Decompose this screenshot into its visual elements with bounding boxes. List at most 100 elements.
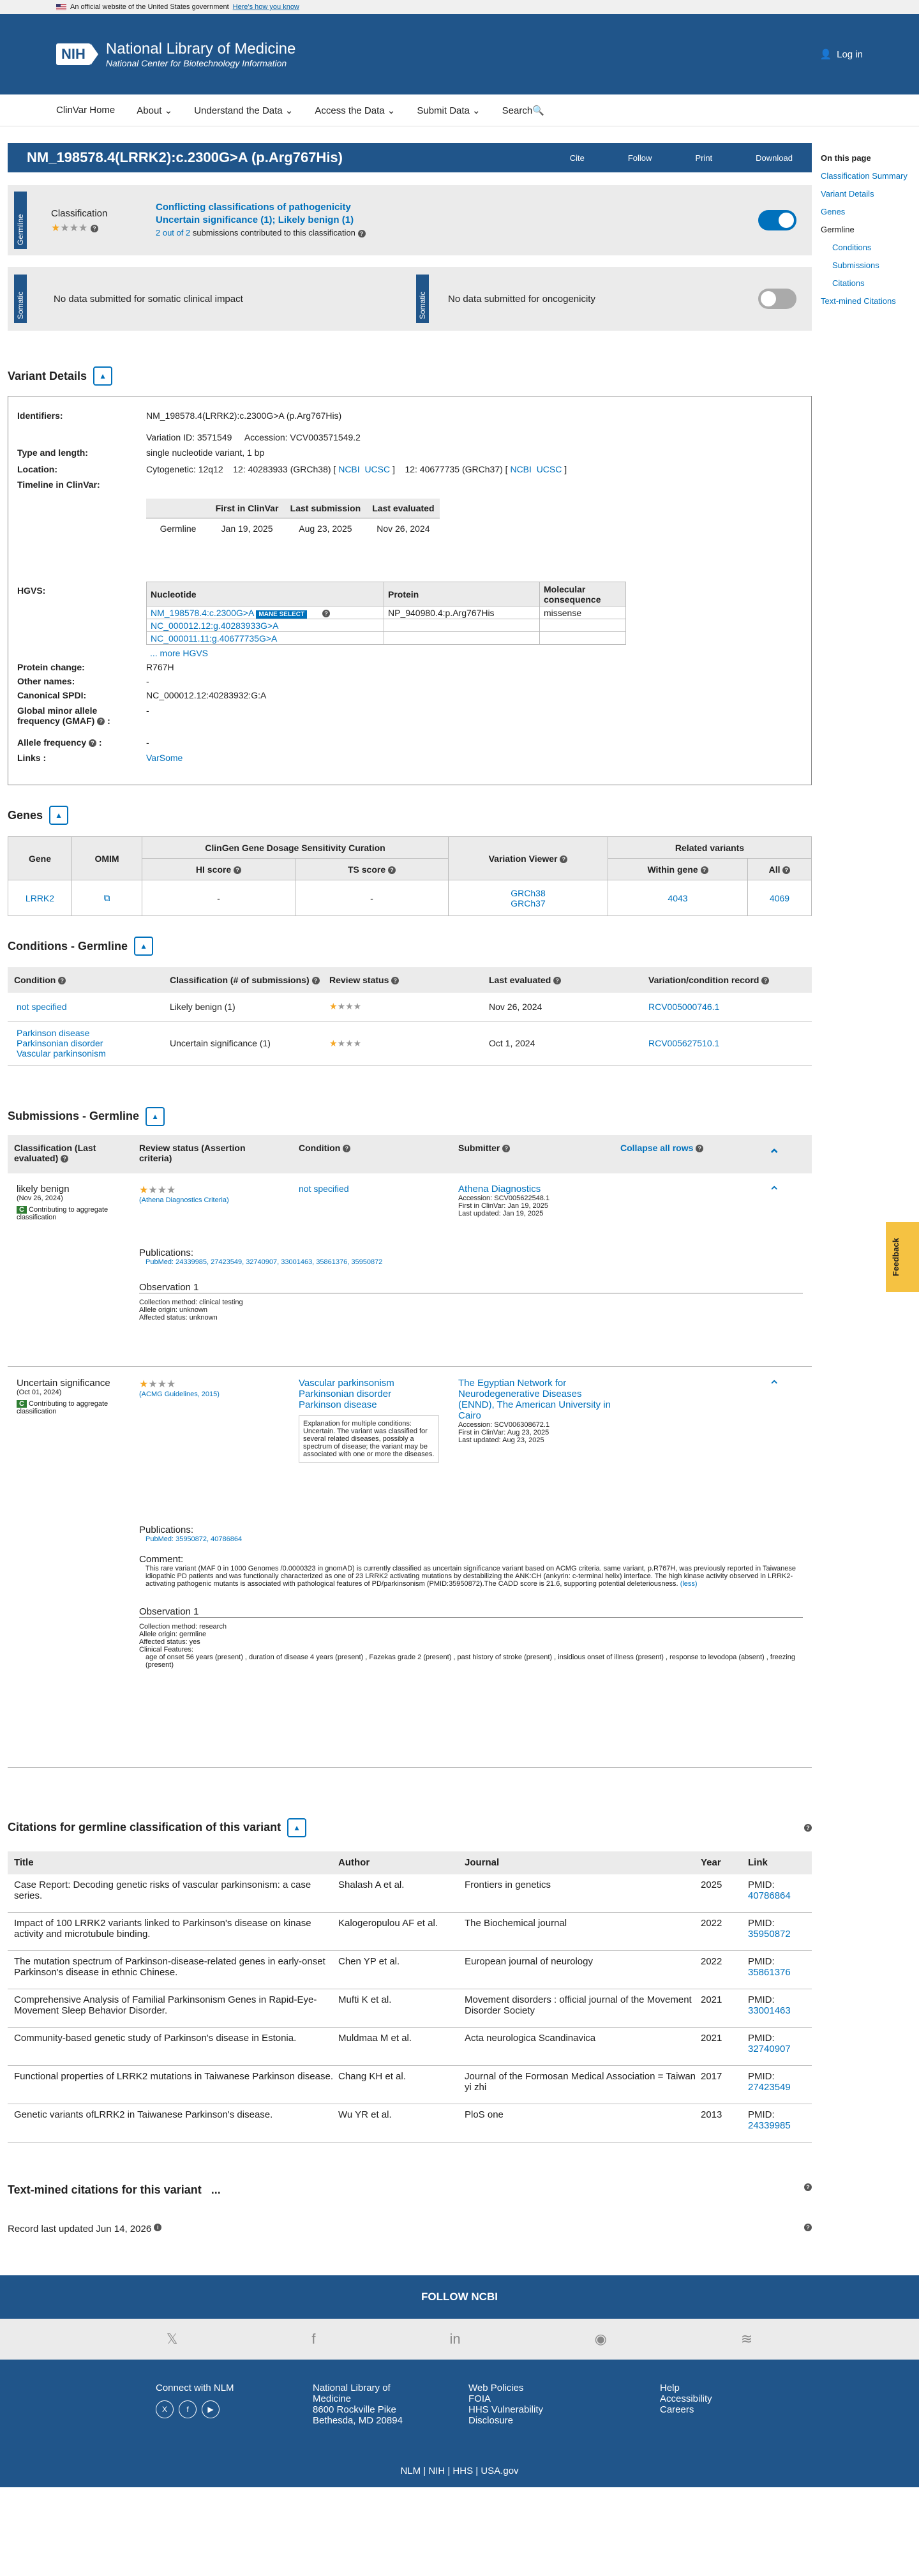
chevron-up-icon[interactable]: ⌃ [768, 1147, 780, 1163]
viewer-grch38-link[interactable]: GRCh38 [511, 888, 545, 898]
nlm-logo[interactable]: NIH National Library of Medicine Nationa… [56, 40, 295, 68]
hgvs-nc12-link[interactable]: NC_000012.12:g.40283933G>A [151, 621, 278, 631]
x-twitter-icon[interactable]: X [156, 2400, 174, 2418]
footer-bottom-links[interactable]: NLM | NIH | HHS | USA.gov [0, 2466, 919, 2476]
login-button[interactable]: 👤 Log in [819, 49, 863, 61]
rcv-link[interactable]: RCV005000746.1 [648, 1002, 719, 1012]
footer-link[interactable]: Help [660, 2383, 712, 2393]
collapse-variant-button[interactable]: ▲ [93, 366, 113, 386]
facebook-icon[interactable]: f [311, 2331, 315, 2347]
sub1-condition-link[interactable]: not specified [299, 1184, 349, 1194]
pmid-link[interactable]: 40786864 [748, 1890, 791, 1901]
footer-link[interactable]: Careers [660, 2404, 712, 2415]
ucsc-link-37[interactable]: UCSC [537, 464, 562, 474]
pubmed-links[interactable]: PubMed: 24339985, 27423549, 32740907, 33… [139, 1258, 382, 1266]
nav-clinvar-home[interactable]: ClinVar Home [56, 105, 115, 116]
ucsc-link-38[interactable]: UCSC [364, 464, 390, 474]
cite-button[interactable]: Cite [570, 153, 585, 163]
feedback-tab[interactable]: Feedback [886, 1222, 919, 1292]
condition-link[interactable]: Parkinson disease [299, 1399, 377, 1410]
condition-link[interactable]: Parkinsonian disorder [299, 1389, 391, 1399]
citation-title: Comprehensive Analysis of Familial Parki… [14, 1994, 317, 2016]
sidenav-submissions[interactable]: Submissions [821, 260, 916, 270]
varsome-link[interactable]: VarSome [146, 753, 183, 763]
collapse-citations-button[interactable]: ▲ [287, 1818, 307, 1837]
nav-submit[interactable]: Submit Data ⌄ [417, 105, 480, 116]
viewer-grch37-link[interactable]: GRCh37 [511, 898, 545, 908]
condition-link[interactable]: Vascular parkinsonism [299, 1378, 394, 1389]
nav-access[interactable]: Access the Data ⌄ [315, 105, 395, 116]
criteria-link[interactable]: (Athena Diagnostics Criteria) [139, 1196, 229, 1204]
footer-link[interactable]: FOIA [468, 2393, 571, 2404]
submitter-link[interactable]: Athena Diagnostics [458, 1184, 541, 1194]
pmid-link[interactable]: 35861376 [748, 1967, 791, 1978]
print-button[interactable]: Print [695, 153, 712, 163]
footer-link[interactable]: HHS Vulnerability Disclosure [468, 2404, 571, 2426]
footer-link[interactable]: Accessibility [660, 2393, 712, 2404]
heres-how-link[interactable]: Here's how you know [233, 3, 299, 11]
download-button[interactable]: Download [756, 153, 793, 163]
within-gene-link[interactable]: 4043 [668, 893, 687, 903]
more-hgvs-link[interactable]: ... more HGVS [150, 648, 208, 658]
condition-link[interactable]: not specified [17, 1002, 67, 1012]
sidenav-classification[interactable]: Classification Summary [821, 171, 916, 181]
x-twitter-icon[interactable]: 𝕏 [167, 2331, 178, 2347]
pmid-link[interactable]: 35950872 [748, 1929, 791, 1940]
footer: Connect with NLM X f ▶ National Library … [0, 2359, 919, 2487]
textmined-more[interactable]: ... [211, 2183, 221, 2197]
hgvs-nc11-link[interactable]: NC_000011.11:g.40677735G>A [151, 633, 277, 644]
gene-link[interactable]: LRRK2 [26, 893, 54, 903]
pmid-link[interactable]: 27423549 [748, 2082, 791, 2093]
sidenav-variant-details[interactable]: Variant Details [821, 189, 916, 199]
rss-icon[interactable]: ≋ [741, 2331, 752, 2347]
youtube-icon[interactable]: ▶ [202, 2400, 220, 2418]
ncbi-link-37[interactable]: NCBI [510, 464, 531, 474]
all-variants-link[interactable]: 4069 [770, 893, 789, 903]
sidenav-conditions[interactable]: Conditions [821, 243, 916, 252]
somatic-tag-1: Somatic [14, 275, 27, 323]
germline-toggle[interactable] [758, 210, 796, 230]
citation-year: 2025 [701, 1879, 722, 1890]
citation-author: Chang KH et al. [338, 2070, 406, 2082]
somatic-panel: Somatic No data submitted for somatic cl… [8, 267, 812, 331]
pmid-link[interactable]: 24339985 [748, 2120, 791, 2131]
ncbi-link-38[interactable]: NCBI [338, 464, 359, 474]
citation-row: Impact of 100 LRRK2 variants linked to P… [8, 1913, 812, 1951]
github-icon[interactable]: ◉ [595, 2331, 607, 2347]
footer-link[interactable]: Web Policies [468, 2383, 571, 2393]
collapse-all-rows[interactable]: Collapse all rows ? [620, 1143, 704, 1153]
submissions-title: Submissions - Germline [8, 1110, 140, 1122]
sidenav-textmined[interactable]: Text-mined Citations [821, 296, 916, 306]
sidenav-citations[interactable]: Citations [821, 278, 916, 288]
chevron-up-icon[interactable]: ⌃ [768, 1378, 780, 1394]
follow-button[interactable]: Follow [628, 153, 652, 163]
collapse-genes-button[interactable]: ▲ [49, 806, 69, 825]
less-link[interactable]: (less) [680, 1580, 698, 1588]
condition-link[interactable]: Parkinson disease [17, 1028, 89, 1038]
submitter-link[interactable]: The Egyptian Network for Neurodegenerati… [458, 1378, 611, 1421]
collapse-submissions-button[interactable]: ▲ [146, 1106, 165, 1126]
criteria-link[interactable]: (ACMG Guidelines, 2015) [139, 1390, 220, 1398]
linkedin-icon[interactable]: in [450, 2331, 461, 2347]
citation-author: Wu YR et al. [338, 2109, 392, 2120]
pubmed-links[interactable]: PubMed: 35950872, 40786864 [139, 1535, 242, 1543]
nav-search[interactable]: Search🔍 [502, 105, 544, 116]
connect-nlm: Connect with NLM [156, 2382, 234, 2393]
condition-link[interactable]: Vascular parkinsonism [17, 1048, 106, 1058]
omim-external-icon[interactable]: ⧉ [71, 880, 142, 916]
facebook-icon[interactable]: f [179, 2400, 197, 2418]
page-title: NM_198578.4(LRRK2):c.2300G>A (p.Arg767Hi… [27, 149, 343, 165]
condition-link[interactable]: Parkinsonian disorder [17, 1038, 103, 1048]
rcv-link[interactable]: RCV005627510.1 [648, 1038, 719, 1048]
nav-understand[interactable]: Understand the Data ⌄ [194, 105, 293, 116]
submissions-count-link[interactable]: 2 out of 2 [156, 228, 190, 237]
obs-details: Collection method: clinical testing Allel… [139, 1298, 243, 1322]
collapse-conditions-button[interactable]: ▲ [134, 937, 154, 956]
hgvs-nm-link[interactable]: NM_198578.4:c.2300G>A [151, 608, 254, 618]
nav-about[interactable]: About ⌄ [137, 105, 172, 116]
somatic-toggle[interactable] [758, 289, 796, 309]
pmid-link[interactable]: 32740907 [748, 2044, 791, 2054]
chevron-up-icon[interactable]: ⌃ [768, 1184, 780, 1200]
pmid-link[interactable]: 33001463 [748, 2005, 791, 2016]
sidenav-genes[interactable]: Genes [821, 207, 916, 216]
